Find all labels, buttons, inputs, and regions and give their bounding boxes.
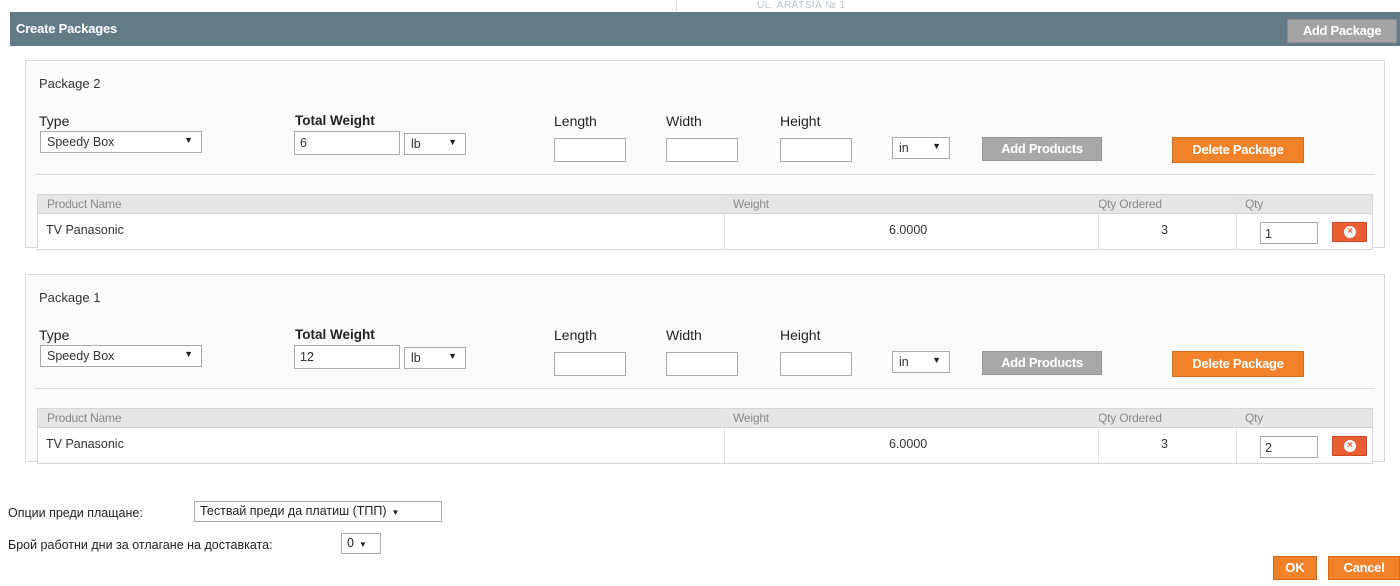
qty-ordered-cell: 3 (1161, 223, 1168, 237)
width-input[interactable] (666, 352, 738, 376)
remove-product-button[interactable]: × (1332, 222, 1367, 242)
remove-product-button[interactable]: × (1332, 436, 1367, 456)
section-divider (35, 174, 1375, 175)
delivery-delay-label: Брой работни дни за отлагане на доставка… (8, 538, 273, 552)
chevron-down-icon: ▼ (358, 540, 367, 549)
package-panel-1: Package 1 Type Speedy Box ▼ Total Weight… (25, 274, 1385, 464)
add-products-button[interactable]: Add Products (982, 137, 1102, 161)
column-separator (1236, 195, 1237, 249)
payment-options-select[interactable]: Тествай преди да платиш (ТПП) ▼ (194, 501, 442, 522)
weight-unit-select[interactable]: lb ▼ (404, 133, 466, 155)
delete-package-button[interactable]: Delete Package (1172, 351, 1304, 377)
column-separator (724, 195, 725, 249)
package-panel-2: Package 2 Type Speedy Box ▼ Total Weight… (25, 60, 1385, 250)
type-select[interactable]: Speedy Box ▼ (40, 345, 202, 367)
close-circle-icon: × (1344, 440, 1356, 452)
weight-cell: 6.0000 (889, 437, 928, 451)
type-label: Type (39, 113, 70, 129)
chevron-down-icon: ▼ (932, 355, 941, 365)
length-input[interactable] (554, 352, 626, 376)
qty-input[interactable]: 1 (1260, 222, 1318, 244)
dimension-unit-value: in (899, 355, 909, 369)
width-label: Width (666, 327, 702, 343)
column-header-qty-ordered: Qty Ordered (1098, 411, 1162, 425)
qty-input[interactable]: 2 (1260, 436, 1318, 458)
background-divider (676, 0, 677, 12)
column-header-qty: Qty (1245, 197, 1264, 211)
column-separator (1236, 409, 1237, 463)
height-label: Height (780, 327, 821, 343)
chevron-down-icon: ▼ (391, 508, 400, 517)
delivery-delay-value: 0 (347, 536, 354, 550)
length-label: Length (554, 327, 597, 343)
dimension-unit-select[interactable]: in ▼ (892, 137, 950, 159)
column-header-weight: Weight (733, 411, 769, 425)
column-separator (1098, 195, 1099, 249)
total-weight-value: 6 (300, 136, 307, 150)
width-input[interactable] (666, 138, 738, 162)
cancel-button[interactable]: Cancel (1328, 556, 1400, 580)
dimension-unit-select[interactable]: in ▼ (892, 351, 950, 373)
column-separator (1098, 409, 1099, 463)
background-address-text: UL. ARATSIA № 1 (757, 0, 846, 11)
dialog-header: Create Packages (10, 12, 1400, 46)
column-separator (724, 409, 725, 463)
length-input[interactable] (554, 138, 626, 162)
grid-header: Product Name Weight Qty Ordered Qty (38, 409, 1372, 428)
chevron-down-icon: ▼ (932, 141, 941, 151)
close-circle-icon: × (1344, 226, 1356, 238)
section-divider (35, 388, 1375, 389)
grid-header: Product Name Weight Qty Ordered Qty (38, 195, 1372, 214)
add-products-button[interactable]: Add Products (982, 351, 1102, 375)
weight-unit-select[interactable]: lb ▼ (404, 347, 466, 369)
type-select[interactable]: Speedy Box ▼ (40, 131, 202, 153)
type-select-value: Speedy Box (47, 349, 115, 363)
chevron-down-icon: ▼ (448, 351, 457, 361)
weight-unit-value: lb (411, 137, 421, 151)
total-weight-input[interactable]: 12 (294, 345, 400, 369)
weight-unit-value: lb (411, 351, 421, 365)
dimension-unit-value: in (899, 141, 909, 155)
total-weight-label: Total Weight (295, 327, 375, 342)
dialog-title: Create Packages (16, 21, 118, 36)
add-package-button[interactable]: Add Package (1287, 19, 1397, 43)
column-header-qty-ordered: Qty Ordered (1098, 197, 1162, 211)
qty-value: 2 (1265, 441, 1272, 455)
package-title: Package 2 (39, 76, 101, 91)
column-header-qty: Qty (1245, 411, 1264, 425)
qty-ordered-cell: 3 (1161, 437, 1168, 451)
total-weight-value: 12 (300, 350, 314, 364)
chevron-down-icon: ▼ (184, 135, 193, 145)
column-header-product-name: Product Name (47, 197, 122, 211)
product-name-cell: TV Panasonic (46, 437, 124, 451)
qty-value: 1 (1265, 227, 1272, 241)
width-label: Width (666, 113, 702, 129)
products-grid: Product Name Weight Qty Ordered Qty TV P… (37, 408, 1373, 464)
product-name-cell: TV Panasonic (46, 223, 124, 237)
height-input[interactable] (780, 138, 852, 162)
chevron-down-icon: ▼ (184, 349, 193, 359)
delivery-delay-select[interactable]: 0 ▼ (341, 533, 381, 554)
column-header-weight: Weight (733, 197, 769, 211)
type-label: Type (39, 327, 70, 343)
ok-button[interactable]: OK (1273, 556, 1317, 580)
chevron-down-icon: ▼ (448, 137, 457, 147)
length-label: Length (554, 113, 597, 129)
column-header-product-name: Product Name (47, 411, 122, 425)
height-label: Height (780, 113, 821, 129)
type-select-value: Speedy Box (47, 135, 115, 149)
package-title: Package 1 (39, 290, 101, 305)
weight-cell: 6.0000 (889, 223, 928, 237)
height-input[interactable] (780, 352, 852, 376)
products-grid: Product Name Weight Qty Ordered Qty TV P… (37, 194, 1373, 250)
payment-options-value: Тествай преди да платиш (ТПП) (200, 504, 387, 518)
total-weight-label: Total Weight (295, 113, 375, 128)
total-weight-input[interactable]: 6 (294, 131, 400, 155)
payment-options-label: Опции преди плащане: (8, 506, 143, 520)
delete-package-button[interactable]: Delete Package (1172, 137, 1304, 163)
